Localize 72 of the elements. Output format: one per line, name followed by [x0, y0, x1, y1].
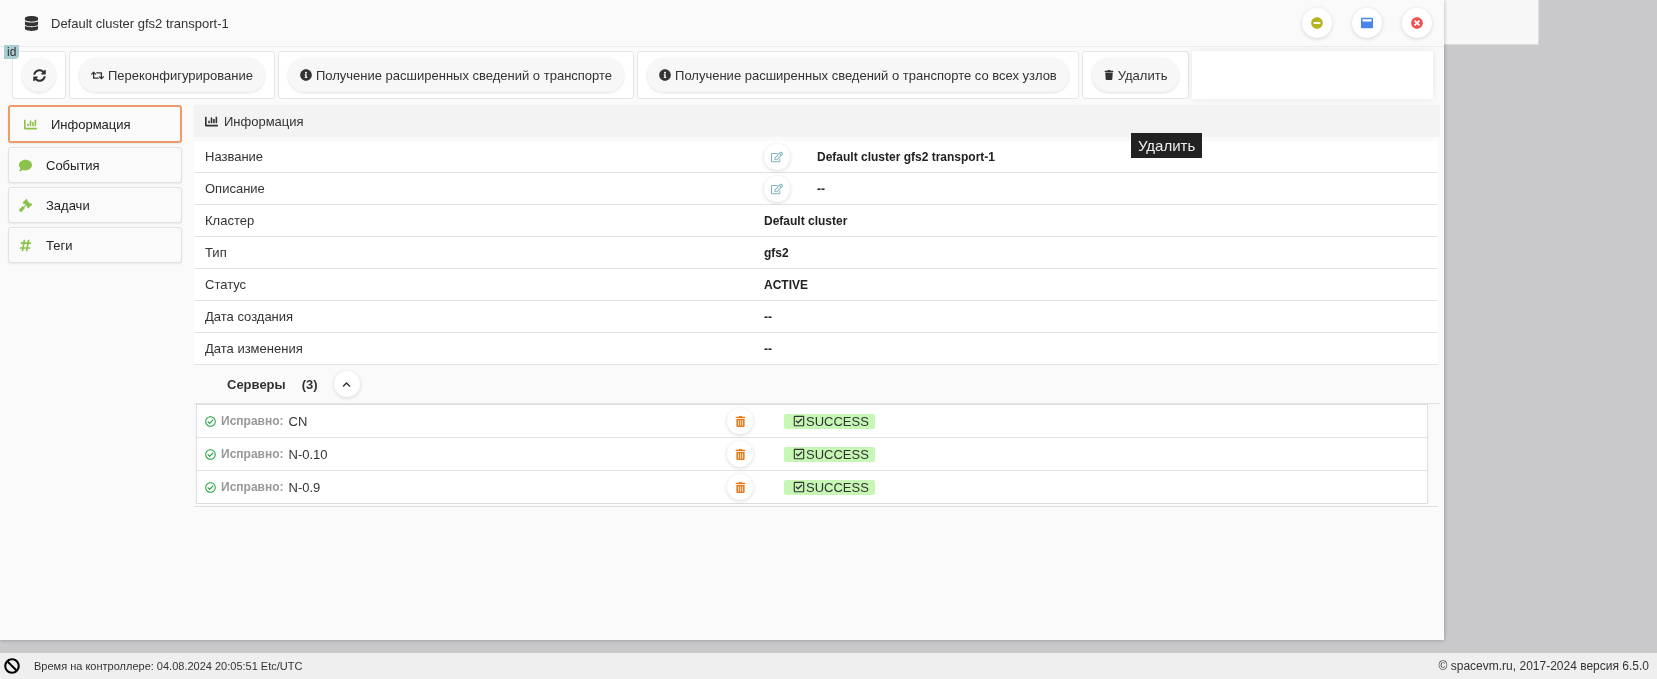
delete-button[interactable] — [727, 408, 753, 434]
trash-icon — [734, 415, 746, 427]
status-label: Исправно: — [221, 480, 284, 494]
field-value: Default cluster — [764, 213, 849, 228]
refresh-button[interactable] — [22, 58, 56, 92]
field-value: -- — [764, 341, 773, 356]
delete-button[interactable] — [727, 474, 753, 500]
server-count: (3) — [301, 376, 318, 392]
edit-icon — [771, 182, 783, 195]
sidebar-item[interactable]: События — [8, 147, 182, 183]
info-button[interactable]: Получение расширенных сведений о транспорте со всех узлов — [647, 58, 1069, 92]
field-value: Default cluster gfs2 transport-1 — [816, 149, 997, 164]
success-badge: SUCCESS — [784, 413, 875, 429]
field-value: gfs2 — [764, 245, 790, 260]
window-title: Default cluster gfs2 transport-1 — [51, 15, 230, 31]
trash-icon — [734, 448, 746, 460]
info-button[interactable]: Получение расширенных сведений о транспорте — [287, 58, 625, 92]
minimize-button[interactable] — [1302, 8, 1332, 38]
field-value: -- — [764, 309, 773, 324]
close-icon — [1411, 17, 1423, 29]
status-label: Исправно: — [221, 447, 284, 461]
section-title: Серверы — [227, 376, 286, 392]
checkbox-icon — [793, 448, 805, 460]
copyright: © spacevm.ru, 2017-2024 версия 6.5.0 — [1438, 659, 1649, 673]
checkbox-icon — [793, 481, 805, 493]
edit-button[interactable] — [764, 175, 790, 202]
collapse-button[interactable] — [333, 371, 360, 397]
panel-title: Информация — [224, 113, 304, 129]
info-icon — [299, 69, 312, 81]
field-label: Кластер — [204, 213, 256, 228]
info-icon — [659, 69, 672, 81]
server-name: N-0.9 — [288, 479, 321, 495]
chevron-up-icon — [342, 379, 352, 389]
field-label: Статус — [204, 277, 248, 292]
tooltip: Удалить — [1131, 133, 1203, 158]
sidebar-item[interactable]: Задачи — [8, 187, 182, 223]
field-label: Название — [204, 149, 265, 164]
gavel-icon — [19, 198, 32, 212]
ban-icon — [4, 658, 20, 674]
window-icon — [1361, 17, 1373, 29]
field-value: -- — [816, 181, 826, 196]
database-icon — [24, 15, 39, 31]
trash-icon — [1103, 70, 1114, 80]
hashtag-icon — [19, 238, 32, 252]
ban-button[interactable] — [4, 658, 20, 674]
field-label: Дата создания — [204, 309, 295, 324]
field-value: ACTIVE — [764, 277, 809, 292]
sidebar-item[interactable]: Информация — [8, 105, 182, 143]
sidebar-item[interactable]: Теги — [8, 227, 182, 263]
close-button[interactable] — [1402, 8, 1432, 38]
status-label: Исправно: — [221, 414, 284, 428]
comment-icon — [19, 158, 32, 172]
edit-icon — [771, 150, 783, 163]
edit-button[interactable] — [764, 143, 790, 170]
field-label: Дата изменения — [204, 341, 304, 356]
success-badge: SUCCESS — [784, 446, 875, 462]
checkbox-icon — [793, 415, 805, 427]
delete-button[interactable] — [727, 441, 753, 467]
server-name: N-0.10 — [288, 446, 328, 462]
field-label: Описание — [204, 181, 266, 196]
maximize-button[interactable] — [1352, 8, 1382, 38]
controller-time: Время на контроллере: 04.08.2024 20:05:51 Etc/UTC — [34, 660, 304, 672]
field-label: Тип — [204, 245, 228, 260]
delete-button[interactable]: Удалить — [1091, 58, 1180, 92]
id-badge: id — [4, 45, 20, 59]
reconfigure-button[interactable]: Переконфигурирование — [79, 58, 265, 92]
success-badge: SUCCESS — [784, 479, 875, 495]
chart-icon — [205, 114, 218, 128]
chart-icon — [24, 117, 37, 131]
trash-icon — [734, 481, 746, 493]
server-name: CN — [288, 413, 308, 429]
refresh-icon — [32, 68, 46, 82]
